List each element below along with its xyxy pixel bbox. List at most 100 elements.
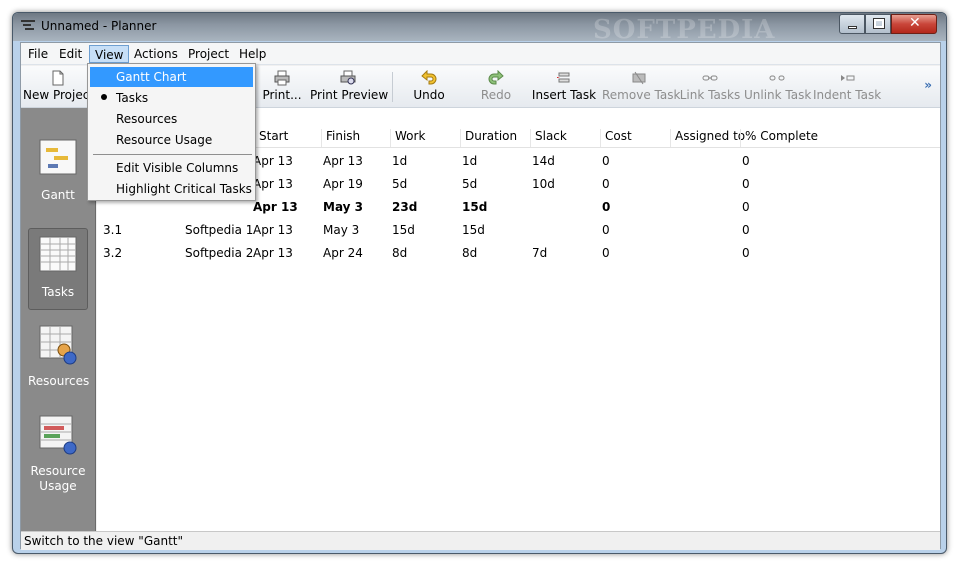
planner-app-icon (21, 20, 35, 30)
print-preview-button[interactable]: Print Preview (310, 68, 388, 106)
cell-work: 8d (392, 246, 408, 260)
menu-view[interactable]: View (89, 45, 130, 63)
insert-task-icon (557, 72, 570, 83)
cell-complete: 0 (742, 223, 750, 237)
resources-icon (36, 324, 80, 368)
cell-duration: 5d (462, 177, 478, 191)
menu-edit[interactable]: Edit (54, 45, 87, 63)
cell-wbs: 3.2 (103, 246, 123, 260)
sidebar-item-label: Resource Usage (30, 464, 86, 493)
close-icon: ✕ (909, 15, 921, 31)
cell-cost: 0 (602, 223, 610, 237)
cell-duration: 8d (462, 246, 478, 260)
sidebar-item-gantt[interactable]: Gantt (28, 138, 88, 212)
radio-bullet-icon (101, 94, 107, 100)
toolbar-overflow-chevron-icon[interactable]: » (924, 78, 932, 92)
status-text: Switch to the view "Gantt" (24, 534, 184, 548)
cell-slack: 10d (532, 177, 555, 191)
cell-work: 1d (392, 154, 408, 168)
remove-task-icon (632, 71, 646, 85)
sidebar-item-label: Tasks (41, 285, 75, 299)
indent-task-label: Indent Task (813, 88, 882, 102)
menu-item-resource-usage[interactable]: Resource Usage (90, 130, 253, 150)
minimize-icon (848, 26, 857, 29)
maximize-icon (873, 18, 885, 29)
unlink-task-label: Unlink Task (744, 88, 812, 102)
menu-actions[interactable]: Actions (129, 45, 183, 63)
menu-item-edit-visible-columns[interactable]: Edit Visible Columns (90, 158, 253, 178)
cell-complete: 0 (742, 200, 750, 214)
table-row[interactable]: 3.2 Softpedia 2 Apr 13 Apr 24 8d 8d 7d 0… (97, 242, 940, 265)
column-header-work[interactable]: Work (390, 129, 425, 147)
view-sidebar: Gantt Tasks Resources Resource Usage (21, 108, 96, 531)
window-title: Unnamed - Planner (41, 19, 157, 33)
cell-work: 23d (392, 200, 418, 214)
menu-bar: File Edit View Actions Project Help (21, 43, 940, 65)
cell-start: Apr 13 (253, 246, 293, 260)
sidebar-item-label: Gantt (41, 188, 75, 202)
menu-separator (93, 154, 252, 155)
title-bar[interactable]: Unnamed - Planner SOFTPEDIA ✕ (13, 13, 946, 45)
menu-item-gantt-chart[interactable]: Gantt Chart (90, 67, 253, 87)
menu-item-resources[interactable]: Resources (90, 109, 253, 129)
column-header-finish[interactable]: Finish (321, 129, 360, 147)
close-button[interactable]: ✕ (891, 14, 937, 34)
undo-label: Undo (413, 88, 445, 102)
redo-label: Redo (480, 88, 512, 102)
column-header-assigned-to[interactable]: Assigned to (670, 129, 745, 147)
column-header-start[interactable]: Start (254, 129, 288, 147)
status-bar: Switch to the view "Gantt" (21, 531, 940, 550)
cell-cost: 0 (602, 200, 611, 214)
cell-finish: Apr 13 (323, 154, 363, 168)
cell-finish: May 3 (323, 223, 360, 237)
table-row[interactable]: 3.1 Softpedia 1 Apr 13 May 3 15d 15d 0 0 (97, 219, 940, 242)
sidebar-item-resource-usage[interactable]: Resource Usage (28, 414, 88, 510)
menu-help[interactable]: Help (234, 45, 271, 63)
column-header-slack[interactable]: Slack (530, 129, 567, 147)
new-project-button[interactable]: New Project (23, 68, 94, 106)
link-chain-icon (702, 75, 718, 81)
cell-work: 15d (392, 223, 415, 237)
indent-icon (841, 75, 855, 81)
insert-task-button[interactable]: Insert Task (531, 68, 597, 106)
new-document-icon (52, 70, 64, 86)
menu-file[interactable]: File (23, 45, 53, 63)
sidebar-item-label: Resources (28, 374, 90, 388)
watermark-logo: SOFTPEDIA (593, 15, 776, 45)
cell-cost: 0 (602, 246, 610, 260)
redo-arrow-icon (488, 70, 504, 85)
print-button[interactable]: Print... (259, 68, 305, 106)
column-header-cost[interactable]: Cost (600, 129, 632, 147)
cell-name: Softpedia 2 (185, 246, 254, 260)
printer-icon (274, 70, 290, 86)
indent-task-button[interactable]: Indent Task (813, 68, 881, 106)
resource-usage-icon (36, 414, 80, 458)
sidebar-item-resources[interactable]: Resources (28, 324, 90, 400)
menu-project[interactable]: Project (183, 45, 234, 63)
minimize-button[interactable] (839, 14, 865, 34)
cell-slack: 7d (532, 246, 548, 260)
remove-task-button[interactable]: Remove Task (602, 68, 680, 106)
maximize-button[interactable] (865, 14, 891, 34)
cell-finish: May 3 (323, 200, 364, 214)
unlink-task-button[interactable]: Unlink Task (744, 68, 812, 106)
menu-item-highlight-critical-tasks[interactable]: Highlight Critical Tasks (90, 179, 253, 199)
menu-item-tasks[interactable]: Tasks (90, 88, 253, 108)
cell-slack: 14d (532, 154, 555, 168)
cell-duration: 15d (462, 200, 488, 214)
cell-start: Apr 13 (253, 223, 293, 237)
print-label: Print... (262, 88, 302, 102)
link-tasks-label: Link Tasks (679, 88, 741, 102)
cell-finish: Apr 24 (323, 246, 363, 260)
cell-wbs: 3.1 (103, 223, 123, 237)
undo-button[interactable]: Undo (407, 68, 451, 106)
column-header-duration[interactable]: Duration (460, 129, 517, 147)
cell-cost: 0 (602, 154, 610, 168)
link-tasks-button[interactable]: Link Tasks (679, 68, 741, 106)
sidebar-item-tasks[interactable]: Tasks (28, 228, 88, 310)
column-header-percent-complete[interactable]: % Complete (740, 129, 818, 147)
unlink-chain-icon (769, 75, 785, 81)
cell-complete: 0 (742, 177, 750, 191)
redo-button[interactable]: Redo (474, 68, 518, 106)
undo-arrow-icon (421, 70, 437, 85)
